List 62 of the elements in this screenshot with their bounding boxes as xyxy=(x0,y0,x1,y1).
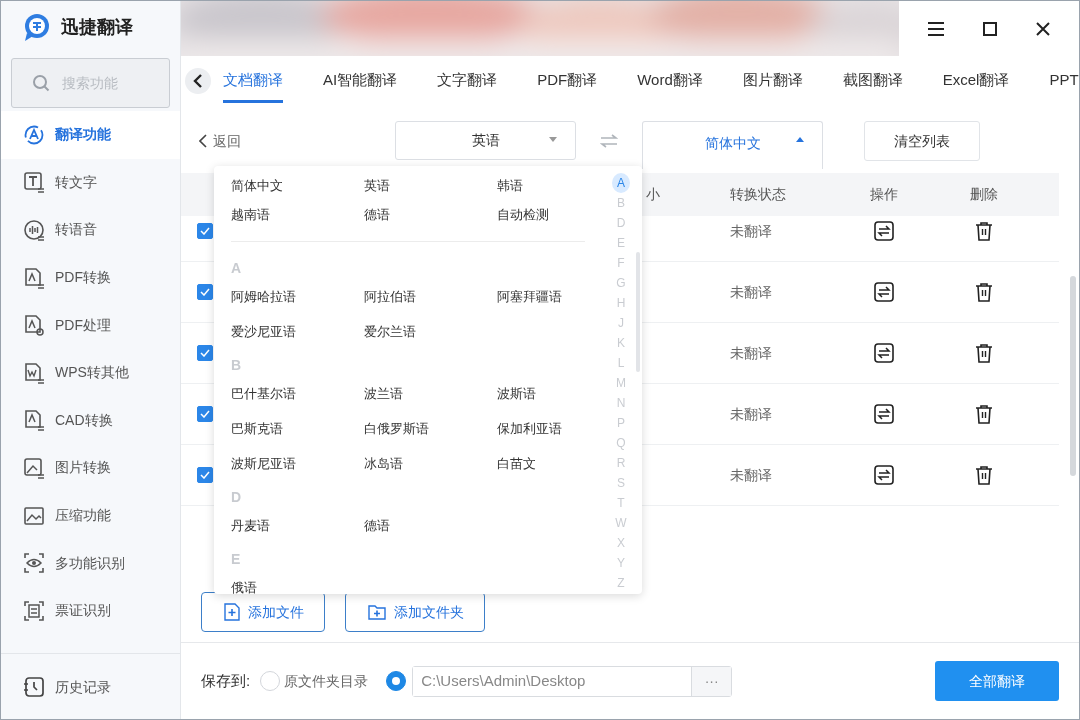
language-option[interactable]: 保加利亚语 xyxy=(497,411,562,446)
language-option[interactable]: 阿姆哈拉语 xyxy=(231,279,296,314)
add-folder-button[interactable]: 添加文件夹 xyxy=(345,592,485,632)
language-option[interactable]: 冰岛语 xyxy=(364,446,403,481)
sidebar-item[interactable]: 转文字 xyxy=(1,158,180,207)
language-option[interactable]: 简体中文 xyxy=(231,171,283,200)
language-option[interactable]: 爱尔兰语 xyxy=(364,314,416,349)
language-option[interactable]: 巴斯克语 xyxy=(231,411,283,446)
tab[interactable]: PDF翻译 xyxy=(537,59,598,103)
language-option[interactable]: 韩语 xyxy=(497,171,523,200)
sidebar-item[interactable]: 多功能识别 xyxy=(1,539,180,587)
language-option[interactable]: 俄语 xyxy=(231,570,257,594)
language-option[interactable]: 越南语 xyxy=(231,200,270,229)
table-cell: 未翻译 xyxy=(730,283,772,300)
app-title: 迅捷翻译 xyxy=(61,16,133,39)
tab[interactable]: 图片翻译 xyxy=(742,59,803,103)
tab[interactable]: 文档翻译 xyxy=(223,59,283,103)
radio-label: 原文件夹目录 xyxy=(284,671,369,691)
language-option[interactable]: 自动检测 xyxy=(497,200,549,229)
tab[interactable]: PPT xyxy=(1049,59,1079,103)
language-option[interactable]: 波兰语 xyxy=(364,376,403,411)
sidebar-item[interactable]: PDF转换 xyxy=(1,253,180,302)
sidebar-item[interactable]: WPS转其他 xyxy=(1,348,180,397)
tab[interactable]: AI智能翻译 xyxy=(323,59,398,103)
table-cell: 未翻译 xyxy=(730,466,772,483)
history-item[interactable]: 历史记录 xyxy=(1,654,180,720)
tab[interactable]: Word翻译 xyxy=(637,59,703,103)
tab[interactable]: 截图翻译 xyxy=(842,59,903,103)
sidebar-item[interactable]: PDF处理 xyxy=(1,301,180,349)
back-link[interactable]: 返回 xyxy=(199,121,395,161)
language-option[interactable]: 波斯语 xyxy=(497,376,536,411)
language-option[interactable]: 德语 xyxy=(364,200,390,229)
language-option[interactable]: 白苗文 xyxy=(497,446,536,481)
target-language-select[interactable]: 简体中文 xyxy=(642,121,823,169)
save-label: 保存到: xyxy=(201,670,251,691)
path-field[interactable]: C:\Users\Admin\Desktop ··· xyxy=(412,665,733,697)
sidebar-item[interactable]: 票证识别 xyxy=(1,586,180,635)
table-cell: 未翻译 xyxy=(730,405,772,422)
language-option[interactable]: 德语 xyxy=(364,508,390,543)
column-header: 转换状态 xyxy=(730,186,786,202)
sidebar-item[interactable]: 图片转换 xyxy=(1,444,180,492)
table-cell: 未翻译 xyxy=(730,344,772,361)
language-option[interactable]: 阿塞拜疆语 xyxy=(497,279,562,314)
language-option[interactable]: 白俄罗斯语 xyxy=(364,411,429,446)
sidebar-item[interactable]: 翻译功能 xyxy=(1,111,180,159)
language-option[interactable]: 爱沙尼亚语 xyxy=(231,314,296,349)
sidebar-item[interactable]: CAD转换 xyxy=(1,396,180,445)
tab[interactable]: 文字翻译 xyxy=(437,59,498,103)
source-language-select[interactable]: 英语 xyxy=(395,121,576,160)
sidebar-item[interactable]: 压缩功能 xyxy=(1,491,180,540)
tab[interactable]: Excel翻译 xyxy=(942,59,1010,103)
column-header: 小 xyxy=(646,186,660,202)
table-cell: 未翻译 xyxy=(730,222,772,239)
language-option[interactable]: 英语 xyxy=(364,171,390,200)
clear-list-button[interactable]: 清空列表 xyxy=(864,121,980,161)
language-option[interactable]: 丹麦语 xyxy=(231,508,270,543)
column-header: 操作 xyxy=(870,186,898,202)
language-option[interactable]: 波斯尼亚语 xyxy=(231,446,296,481)
language-option[interactable]: 巴什基尔语 xyxy=(231,376,296,411)
language-option[interactable]: 阿拉伯语 xyxy=(364,279,416,314)
sidebar-item[interactable]: 转语音 xyxy=(1,206,180,254)
column-header: 删除 xyxy=(970,186,998,202)
